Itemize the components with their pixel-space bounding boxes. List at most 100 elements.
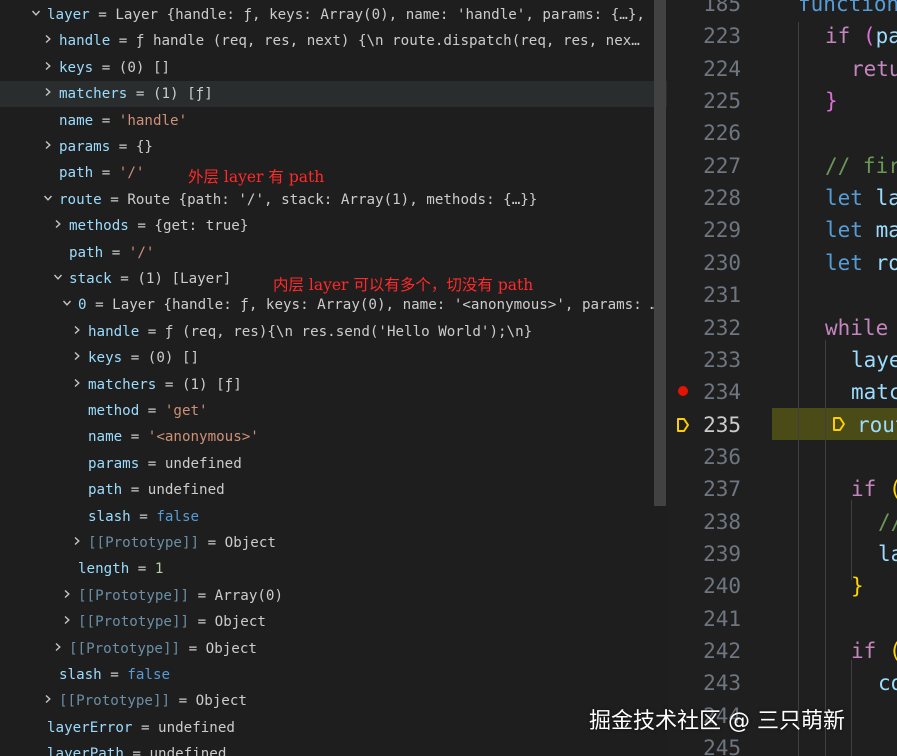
variable-row[interactable]: [[Prototype]] = Object: [0, 530, 667, 556]
code-line[interactable]: if (pa: [825, 20, 897, 52]
chevron-down-icon[interactable]: [53, 272, 63, 282]
variable-key: keys: [59, 59, 94, 76]
variable-row[interactable]: [[Prototype]] = Object: [0, 636, 667, 662]
chevron-right-icon[interactable]: [43, 694, 53, 704]
annotation-inner-layer: 内层 layer 可以有多个，切没有 path: [273, 276, 534, 294]
variable-value: 'handle': [118, 112, 188, 129]
variable-key: slash: [59, 667, 102, 683]
variable-row[interactable]: keys = (0) []: [0, 55, 667, 81]
variable-row[interactable]: slash = false: [0, 504, 667, 530]
variable-key: [[Prototype]]: [88, 535, 200, 551]
variable-key: handle: [59, 33, 111, 50]
line-number: 230: [703, 250, 741, 275]
code-line[interactable]: matc: [851, 376, 897, 408]
line-number: 240: [703, 574, 741, 599]
variable-row[interactable]: name = '<anonymous>': [0, 424, 667, 450]
code-line[interactable]: // fir: [825, 150, 897, 182]
code-line[interactable]: if (: [851, 635, 897, 667]
variable-row[interactable]: handle = ƒ handle (req, res, next) {\n r…: [0, 28, 667, 54]
variable-row[interactable]: layerPath = undefined: [0, 741, 667, 756]
chevron-right-icon[interactable]: [72, 378, 82, 388]
chevron-right-icon[interactable]: [43, 34, 53, 44]
chevron-down-icon[interactable]: [31, 8, 41, 18]
code-line[interactable]: //: [878, 506, 897, 538]
variable-row[interactable]: params = undefined: [0, 451, 667, 477]
line-number: 228: [703, 186, 741, 211]
variable-row[interactable]: layer = Layer {handle: ƒ, keys: Array(0)…: [0, 2, 667, 28]
variable-key: params: [88, 455, 140, 472]
line-number: 229: [703, 218, 741, 243]
code-line[interactable]: retu: [851, 53, 897, 85]
variable-value: undefined: [147, 482, 225, 499]
variable-value: 1: [154, 561, 164, 578]
variable-row[interactable]: [[Prototype]] = Object: [0, 688, 667, 714]
chevron-right-icon[interactable]: [62, 615, 72, 625]
code-line[interactable]: let ma: [825, 214, 897, 246]
code-editor: 185 function 223 if (pa 224 retu 225} 226 227 // …: [667, 0, 897, 756]
variable-row[interactable]: matchers = (1) [ƒ]: [0, 81, 667, 108]
variable-row[interactable]: path = undefined: [0, 477, 667, 503]
variable-key: layerError: [47, 719, 133, 736]
chevron-down-icon[interactable]: [62, 298, 72, 308]
variable-row[interactable]: 0 = Layer {handle: ƒ, keys: Array(0), na…: [0, 292, 667, 318]
code-line[interactable]: }: [851, 570, 864, 602]
chevron-right-icon[interactable]: [53, 219, 63, 229]
variable-value: (1) [ƒ]: [181, 376, 242, 393]
variable-value: (0) []: [118, 59, 171, 76]
chevron-right-icon[interactable]: [72, 536, 82, 546]
variable-key: [[Prototype]]: [78, 614, 190, 631]
variable-row[interactable]: [[Prototype]] = Array(0): [0, 583, 667, 609]
variable-row[interactable]: route = Route {path: '/', stack: Array(1…: [0, 187, 667, 213]
chevron-right-icon[interactable]: [43, 87, 53, 97]
breakpoint-icon[interactable]: [678, 386, 688, 396]
variable-row[interactable]: methods = {get: true}: [0, 213, 667, 239]
variable-row[interactable]: layerError = undefined: [0, 715, 667, 741]
chevron-right-icon[interactable]: [43, 140, 53, 150]
code-line[interactable]: }: [825, 85, 838, 117]
variable-row[interactable]: [[Prototype]] = Object: [0, 609, 667, 635]
code-line[interactable]: let ro: [825, 247, 897, 279]
variable-row[interactable]: length = 1: [0, 556, 667, 582]
variable-value: false: [156, 508, 200, 525]
variable-key: name: [88, 429, 123, 446]
variable-row[interactable]: matchers = (1) [ƒ]: [0, 372, 667, 398]
variable-row[interactable]: path = '/': [0, 160, 667, 186]
variable-value: false: [127, 667, 171, 683]
line-number: 224: [703, 56, 741, 81]
code-line[interactable]: while: [825, 312, 888, 344]
line-number: 238: [703, 509, 741, 534]
variable-row[interactable]: method = 'get': [0, 398, 667, 424]
variable-row[interactable]: handle = ƒ (req, res){\n res.send('Hello…: [0, 319, 667, 345]
chevron-right-icon[interactable]: [62, 589, 72, 599]
chevron-right-icon[interactable]: [43, 61, 53, 71]
variable-value: (1) [ƒ]: [152, 86, 213, 103]
code-line[interactable]: rout: [857, 409, 897, 441]
variable-row[interactable]: slash = false: [0, 662, 667, 688]
chevron-down-icon[interactable]: [43, 193, 53, 203]
chevron-right-icon[interactable]: [72, 351, 82, 361]
chevron-right-icon[interactable]: [72, 325, 82, 335]
variable-value: (0) []: [147, 350, 200, 367]
code-line[interactable]: laye: [851, 344, 897, 376]
variable-row[interactable]: name = 'handle': [0, 108, 667, 134]
code-line[interactable]: function: [798, 0, 897, 20]
variable-key: 0: [78, 297, 87, 314]
variable-key: matchers: [59, 86, 128, 103]
variables-scrollbar[interactable]: [654, 0, 666, 506]
variable-row[interactable]: params = {}: [0, 134, 667, 160]
line-number: 237: [703, 477, 741, 502]
line-number: 236: [703, 444, 741, 469]
variable-row[interactable]: path = '/': [0, 240, 667, 266]
line-number: 245: [703, 736, 741, 756]
code-line[interactable]: co: [878, 667, 897, 699]
chevron-right-icon[interactable]: [53, 642, 63, 652]
code-line[interactable]: la: [878, 538, 897, 570]
variable-key: slash: [88, 508, 131, 525]
code-line[interactable]: let la: [825, 182, 897, 214]
variable-key: keys: [88, 350, 123, 367]
code-line[interactable]: if (: [851, 473, 897, 505]
line-number: 239: [703, 541, 741, 566]
variable-value: '/': [118, 165, 145, 182]
variable-row[interactable]: keys = (0) []: [0, 345, 667, 371]
line-number: 242: [703, 639, 741, 663]
